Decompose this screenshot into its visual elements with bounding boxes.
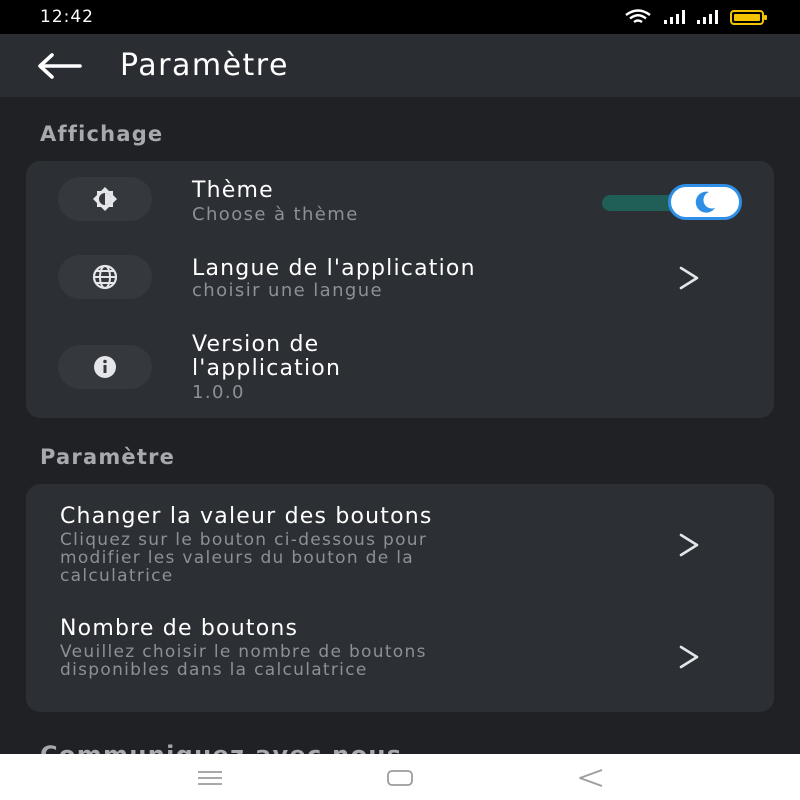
signal-icon <box>697 10 718 24</box>
button-count-description-line1: Veuillez choisir le nombre de boutons <box>60 642 427 662</box>
back-nav-button[interactable] <box>570 766 610 790</box>
button-values-description-line1: Cliquez sur le bouton ci-dessous pour <box>60 530 428 550</box>
button-values-row[interactable]: Changer la valeur des boutons Cliquez su… <box>26 494 774 594</box>
info-icon <box>94 356 116 378</box>
app-bar: Paramètre <box>0 34 800 97</box>
menu-icon <box>198 771 222 785</box>
status-time: 12:42 <box>40 7 94 27</box>
display-card: Thème Choose à thème Langue de l'applica… <box>26 161 774 418</box>
language-row[interactable]: Langue de l'application choisir une lang… <box>26 249 774 319</box>
language-title: Langue de l'application <box>192 256 476 281</box>
chevron-right-icon <box>674 642 704 672</box>
settings-card: Changer la valeur des boutons Cliquez su… <box>26 484 774 712</box>
toggle-knob <box>668 184 742 220</box>
button-values-description-line2: modifier les valeurs du bouton de la <box>60 548 414 568</box>
menu-button[interactable] <box>190 766 230 790</box>
section-title-settings: Paramètre <box>40 445 176 469</box>
chevron-right-icon <box>674 530 704 560</box>
theme-title: Thème <box>192 178 274 203</box>
arrow-left-icon <box>38 52 82 79</box>
battery-icon <box>730 9 767 25</box>
globe-icon <box>92 264 118 290</box>
version-row: Version de l'application 1.0.0 <box>26 329 774 409</box>
wifi-icon <box>625 9 651 23</box>
status-icons <box>624 9 767 25</box>
button-count-description-line2: disponibles dans la calculatrice <box>60 660 368 680</box>
button-values-title: Changer la valeur des boutons <box>60 504 433 529</box>
version-title-line1: Version de <box>192 332 320 357</box>
chevron-right-icon <box>674 263 704 293</box>
section-title-contact: Communiquez avec nous <box>40 741 403 755</box>
version-value: 1.0.0 <box>192 382 245 403</box>
theme-icon-container <box>58 177 152 221</box>
button-count-title: Nombre de boutons <box>60 616 299 641</box>
theme-row[interactable]: Thème Choose à thème <box>26 161 774 241</box>
version-icon-container <box>58 345 152 389</box>
version-title-line2: l'application <box>192 356 342 381</box>
brightness-icon <box>93 187 117 211</box>
section-title-display: Affichage <box>40 122 164 146</box>
theme-subtitle: Choose à thème <box>192 204 359 225</box>
button-values-description-line3: calculatrice <box>60 566 174 586</box>
page-title: Paramètre <box>120 48 289 83</box>
back-triangle-icon <box>579 769 603 787</box>
moon-icon <box>695 191 715 213</box>
back-button[interactable] <box>0 34 120 97</box>
signal-icon <box>664 10 685 24</box>
language-subtitle: choisir une langue <box>192 280 383 301</box>
home-icon <box>387 770 413 786</box>
language-icon-container <box>58 255 152 299</box>
home-button[interactable] <box>380 766 420 790</box>
theme-toggle[interactable] <box>602 182 744 222</box>
button-count-row[interactable]: Nombre de boutons Veuillez choisir le no… <box>26 608 774 698</box>
status-bar: 12:42 <box>0 0 800 34</box>
navigation-bar <box>0 754 800 800</box>
